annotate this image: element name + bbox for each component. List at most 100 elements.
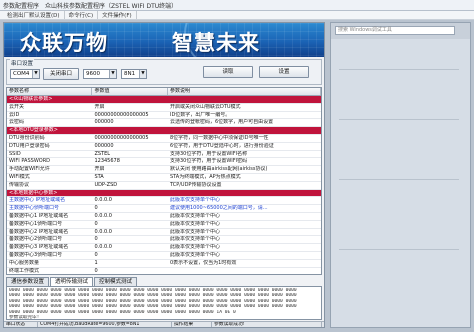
parameter-table: 参数名称 参数值 参数说明 <众山物联云参数> 云开关 开启 开启或关闭众山物联云DT…: [6, 87, 322, 275]
cell-description: 开启或关闭众山物联云DTU模式: [169, 103, 241, 110]
close-port-button[interactable]: 关闭串口: [43, 68, 79, 80]
cell-value: [92, 127, 168, 134]
menu-item-command-line[interactable]: 命令行(C): [65, 11, 99, 19]
table-section-row[interactable]: <众山物联云参数>: [7, 96, 321, 104]
cell-value: [92, 96, 168, 103]
log-output[interactable]: 0000 0000 0000 0000 0000 0000 0000 0000 …: [6, 286, 322, 320]
table-row[interactable]: DTU身份识别码 00000000000000005 8位字符，同一数据中心中须保证…: [7, 135, 321, 143]
status-bar: 串口状态 COM4打开成功,BaudRate=9600,参数=8N1 操作结果 …: [4, 321, 324, 327]
window-title: 参数配置程序: [3, 2, 40, 10]
cell-description: [168, 96, 321, 103]
tab-control-test[interactable]: 控制模式测试: [94, 277, 138, 286]
cell-name: 主数据中心 IP地址或域名: [9, 197, 66, 204]
cell-description: 支持30位字符，用于设置WIFI名称: [169, 150, 248, 157]
cell-name: WIFI PASSWORD: [9, 158, 51, 165]
cell-value: 000000: [94, 142, 114, 149]
background-search-box[interactable]: 搜索 Windows调试工具: [335, 26, 455, 35]
cell-value: 0: [94, 220, 98, 227]
table-row[interactable]: 传输协议 UDP-ZSD TCP/UDP传输协议设置: [7, 182, 321, 190]
table-row[interactable]: 主数据中心 IP地址或域名 0.0.0.0 此版本仅支持单个中心: [7, 197, 321, 206]
table-row[interactable]: 终端工作模式 0: [7, 267, 321, 274]
table-section-row[interactable]: <本地DTU登录参数>: [7, 127, 321, 135]
chevron-down-icon: ▼: [32, 70, 39, 78]
table-row[interactable]: 云ID 00000000000000005 ID位数字，出厂唯一编号。: [7, 112, 321, 120]
cell-description: [168, 127, 321, 134]
cell-name: 备数据中心3侦听端口号: [9, 251, 63, 258]
cell-name: DTU身份识别码: [9, 134, 45, 141]
column-header-value[interactable]: 参数值: [92, 88, 168, 95]
read-button[interactable]: 读取: [203, 66, 253, 78]
divider: [339, 69, 459, 70]
table-body: <众山物联云参数> 云开关 开启 开启或关闭众山物联云DTU模式 云ID 00000000…: [7, 96, 321, 274]
table-row[interactable]: 备数据中心2侦听端口号 0 此版本仅支持单个中心: [7, 236, 321, 245]
cell-name: 备数据中心1侦听端口号: [9, 220, 63, 227]
cell-value: STA: [94, 173, 104, 180]
log-line: 参数读取完毕!: [9, 315, 40, 320]
cell-value: 0: [94, 236, 98, 243]
table-row[interactable]: 中心服务数量 1 0表示不设置，仅当为1时有效: [7, 260, 321, 268]
cell-name: 手动配置WIFI允许: [9, 166, 50, 173]
column-header-name[interactable]: 参数名称: [7, 88, 93, 95]
cell-description: 此版本仅支持单个中心: [169, 244, 220, 251]
cell-description: 云透传的登帐密码，6位数字，用户可自由设置: [169, 119, 274, 126]
table-row[interactable]: 备数据中心1 IP地址或域名 0.0.0.0 此版本仅支持单个中心: [7, 213, 321, 221]
serial-settings-caption: 串口设置: [10, 59, 35, 67]
cell-value: 00000000000000005: [94, 111, 149, 118]
log-line: 0000 0000 0000 0000 0000 0000 0000 0000 …: [9, 304, 297, 310]
menu-item-factory-default[interactable]: 检测出厂默认设置(D): [3, 11, 65, 19]
cell-name: <本地数据中心参数>: [9, 189, 58, 196]
tab-transparent-test[interactable]: 透明传输测试: [50, 277, 94, 286]
cell-value: 0.0.0.0: [94, 244, 112, 251]
cell-description: [168, 268, 321, 274]
divider: [339, 249, 459, 250]
banner: 众联万物 智慧未来: [4, 23, 324, 57]
table-row[interactable]: 手动配置WIFI允许 开启 默认关闭 使用路由airkiss配网(airkiss协议…: [7, 166, 321, 174]
cell-description: 此版本仅支持单个中心: [169, 251, 220, 258]
cell-name: 备数据中心1 IP地址或域名: [9, 212, 69, 219]
chevron-down-icon: ▼: [139, 70, 146, 78]
table-row[interactable]: SSID ZSTEL 支持30位字符，用于设置WIFI名称: [7, 151, 321, 159]
cell-name: 主数据中心侦听端口号: [9, 205, 60, 212]
background-panel: [331, 39, 470, 327]
column-header-description[interactable]: 参数说明: [168, 88, 321, 95]
status-operation-label: 操作结果: [172, 322, 212, 327]
cell-name: 传输协议: [9, 181, 30, 188]
baud-value: 9600: [86, 71, 100, 77]
port-select[interactable]: COM4 ▼: [10, 69, 40, 79]
cell-name: 云密码: [9, 119, 25, 126]
table-row[interactable]: WIFI模式 STA STA为终端模式，AP为热点模式: [7, 174, 321, 182]
cell-name: 备数据中心2 IP地址或域名: [9, 228, 69, 235]
table-row[interactable]: 备数据中心3 IP地址或域名 0.0.0.0 此版本仅支持单个中心: [7, 244, 321, 252]
table-section-row[interactable]: <本地数据中心参数>: [7, 189, 321, 198]
set-button[interactable]: 设置: [259, 66, 309, 78]
cell-value: 0: [94, 267, 98, 274]
cell-value: 00000000000000005: [94, 134, 149, 141]
port-value: COM4: [13, 71, 30, 77]
menu-item-file-operation[interactable]: 文件操作(F): [98, 11, 137, 19]
table-row[interactable]: 备数据中心3侦听端口号 0 此版本仅支持单个中心: [7, 252, 321, 260]
cell-value: 0.0.0.0: [94, 228, 112, 235]
cell-description: 6位字符，用于DTU登陆中心时，进行身份验证: [169, 142, 274, 149]
tab-comm-params[interactable]: 通信参数设置: [6, 277, 50, 286]
divider: [339, 179, 459, 180]
cell-value: 开启: [94, 103, 105, 110]
cell-description: 此版本仅支持单个中心: [169, 236, 220, 243]
banner-slogan-right: 智慧未来: [172, 30, 260, 55]
cell-description: 此版本仅支持单个中心: [169, 228, 220, 235]
cell-description: 支持30位字符，用于设置WIFI密码: [169, 158, 248, 165]
table-row[interactable]: DTU用户登录密码 000000 6位字符，用于DTU登陆中心时，进行身份验证: [7, 143, 321, 151]
table-row[interactable]: 云开关 开启 开启或关闭众山物联云DTU模式: [7, 104, 321, 112]
baud-select[interactable]: 9600 ▼: [83, 69, 117, 79]
serial-settings-group: 串口设置 COM4 ▼ 关闭串口 9600 ▼ 8N1 ▼ 读取 设置: [6, 59, 322, 85]
cell-name: 备数据中心3 IP地址或域名: [9, 244, 69, 251]
format-select[interactable]: 8N1 ▼: [121, 69, 147, 79]
table-row[interactable]: 备数据中心2 IP地址或域名 0.0.0.0 此版本仅支持单个中心: [7, 229, 321, 237]
table-row[interactable]: 云密码 000000 云透传的登帐密码，6位数字，用户可自由设置: [7, 119, 321, 128]
cell-description: ID位数字，出厂唯一编号。: [169, 111, 231, 118]
table-row[interactable]: 备数据中心1侦听端口号 0 此版本仅支持单个中心: [7, 221, 321, 229]
cell-description: 默认关闭 使用路由airkiss配网(airkiss协议): [169, 166, 268, 173]
cell-value: UDP-ZSD: [94, 181, 118, 188]
cell-value: [92, 190, 168, 197]
table-row[interactable]: 主数据中心侦听端口号 0 建议使用1000~65000之间的端口号，请...: [7, 205, 321, 213]
table-row[interactable]: WIFI PASSWORD 12345678 支持30位字符，用于设置WIFI密码: [7, 158, 321, 167]
